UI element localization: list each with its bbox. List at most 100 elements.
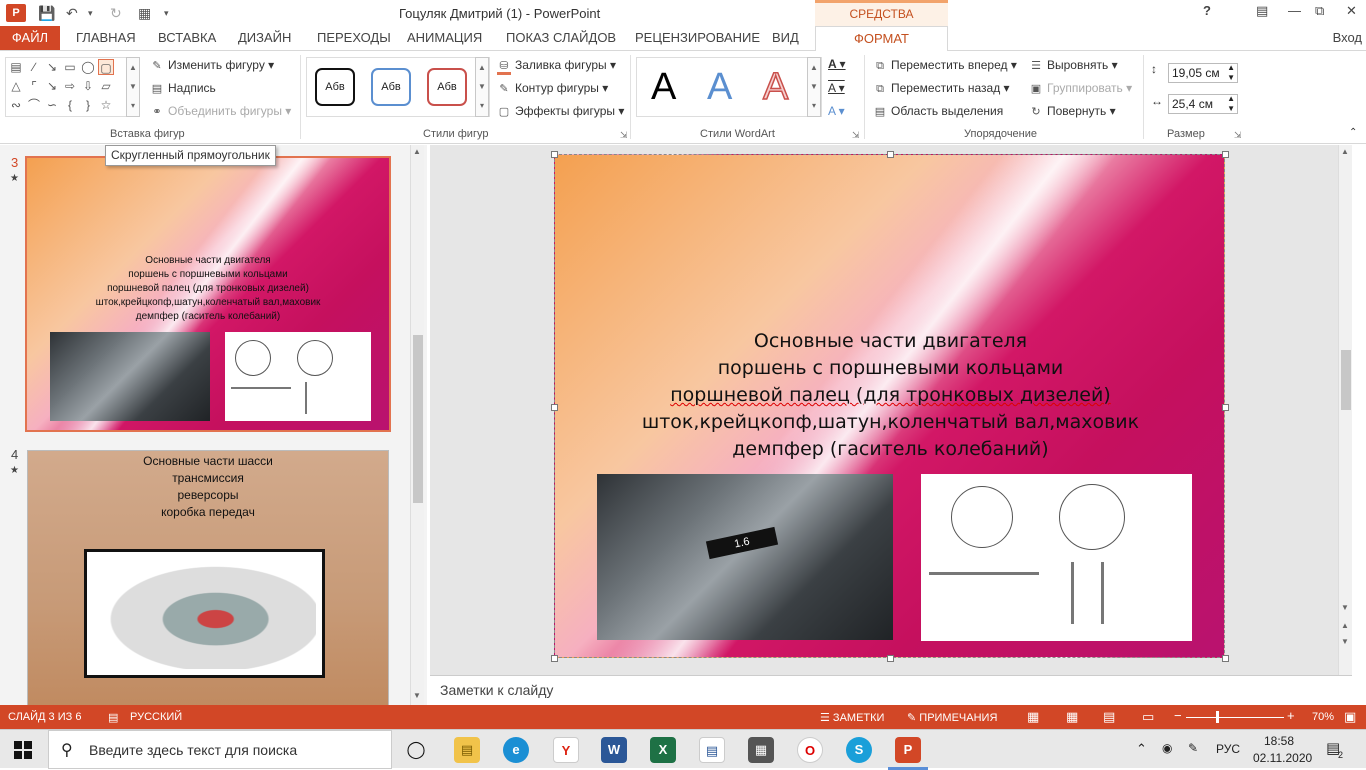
windows-start-icon[interactable] [14, 741, 32, 759]
tab-home[interactable]: ГЛАВНАЯ [76, 26, 136, 50]
calculator-icon[interactable]: ▦ [748, 737, 774, 763]
freeform-shape-icon[interactable]: ∾ [8, 97, 24, 113]
network-icon[interactable]: ◉ [1162, 741, 1172, 755]
task-view-icon[interactable]: ◯ [403, 737, 429, 763]
rounded-rectangle-shape-icon[interactable]: ▢ [98, 59, 114, 75]
scroll-up-icon[interactable]: ▲ [413, 147, 421, 156]
shape-style-black[interactable]: Абв [315, 68, 355, 106]
curved-connector-icon[interactable]: ↘ [44, 78, 60, 94]
normal-view-icon[interactable]: ▦ [1027, 709, 1039, 725]
tab-review[interactable]: РЕЦЕНЗИРОВАНИЕ [635, 26, 760, 50]
merge-shapes-button[interactable]: ⚭ Объединить фигуры ▾ [150, 104, 291, 118]
scroll-down-icon[interactable]: ▼ [1341, 603, 1349, 612]
wordart-launcher-icon[interactable]: ⇲ [852, 130, 860, 141]
wordart-blue[interactable]: A [707, 64, 732, 110]
elbow-connector-icon[interactable]: ⌜ [26, 78, 42, 94]
notes-pane[interactable]: Заметки к слайду [430, 675, 1352, 705]
text-outline-icon[interactable]: A ▾ [828, 81, 845, 95]
save-icon[interactable]: 💾 [38, 3, 55, 23]
fit-slide-icon[interactable]: ▣ [1344, 709, 1356, 725]
triangle-shape-icon[interactable]: △ [8, 78, 24, 94]
text-box-button[interactable]: ▤ Надпись [150, 81, 216, 95]
shape-outline-button[interactable]: ✎ Контур фигуры ▾ [497, 81, 608, 95]
pen-workspace-icon[interactable]: ✎ [1188, 741, 1198, 755]
slide-body-text[interactable]: Основные части двигателя поршень с поршн… [555, 328, 1226, 463]
bring-forward-button[interactable]: ⧉ Переместить вперед ▾ [873, 58, 1017, 73]
ribbon-display-options-icon[interactable]: ▤ [1256, 3, 1268, 19]
shape-height-input[interactable]: 19,05 см ▲ ▼ [1168, 63, 1238, 83]
shape-style-red[interactable]: Абв [427, 68, 467, 106]
zoom-level[interactable]: 70% [1312, 711, 1334, 723]
text-fill-icon[interactable]: A ▾ [828, 57, 846, 71]
left-brace-shape-icon[interactable]: { [62, 97, 78, 113]
edge-browser-icon[interactable]: e [503, 737, 529, 763]
resize-handle[interactable] [551, 404, 558, 411]
right-brace-shape-icon[interactable]: } [80, 97, 96, 113]
yandex-browser-icon[interactable]: Y [553, 737, 579, 763]
shape-styles-gallery[interactable]: Абв Абв Абв ▲ ▼ ▾ [306, 57, 490, 117]
notes-toggle-button[interactable]: ☰ ЗАМЕТКИ [820, 711, 884, 724]
textbox-shape-icon[interactable]: ▤ [8, 59, 24, 75]
down-arrow-shape-icon[interactable]: ⇩ [80, 78, 96, 94]
engine-drawing[interactable] [921, 474, 1192, 641]
rotate-button[interactable]: ↻ Повернуть ▾ [1029, 104, 1115, 118]
shape-style-blue[interactable]: Абв [371, 68, 411, 106]
redo-icon[interactable]: ↻ [110, 3, 122, 23]
star-shape-icon[interactable]: ☆ [98, 97, 114, 113]
current-slide[interactable]: Основные части двигателя поршень с поршн… [551, 151, 1229, 662]
tab-insert[interactable]: ВСТАВКА [158, 26, 216, 50]
zoom-slider-track[interactable] [1186, 717, 1284, 718]
rectangle-shape-icon[interactable]: ▭ [62, 59, 78, 75]
oval-shape-icon[interactable]: ◯ [80, 59, 96, 75]
send-backward-button[interactable]: ⧉ Переместить назад ▾ [873, 81, 1010, 96]
document-viewer-icon[interactable]: ▤ [699, 737, 725, 763]
shape-styles-launcher-icon[interactable]: ⇲ [620, 130, 628, 141]
help-button[interactable]: ? [1203, 3, 1211, 18]
slideshow-view-icon[interactable]: ▭ [1142, 709, 1154, 725]
excel-icon[interactable]: X [650, 737, 676, 763]
reading-view-icon[interactable]: ▤ [1103, 709, 1115, 725]
opera-browser-icon[interactable]: O [797, 737, 823, 763]
scroll-up-icon[interactable]: ▲ [1341, 147, 1349, 156]
tray-expand-icon[interactable]: ⌃ [1136, 741, 1147, 757]
minimize-icon[interactable]: — [1288, 3, 1301, 18]
group-button[interactable]: ▣ Группировать ▾ [1029, 81, 1132, 95]
tab-format[interactable]: ФОРМАТ [815, 26, 948, 51]
undo-dropdown-icon[interactable]: ▾ [88, 3, 93, 23]
next-slide-icon[interactable]: ▼ [1341, 637, 1349, 646]
slide-thumbnail-3[interactable]: Основные части двигателя поршень с поршн… [25, 156, 391, 432]
resize-handle[interactable] [1222, 151, 1229, 158]
right-arrow-shape-icon[interactable]: ⇨ [62, 78, 78, 94]
word-icon[interactable]: W [601, 737, 627, 763]
clock-time[interactable]: 18:58 [1264, 734, 1294, 748]
clock-date[interactable]: 02.11.2020 [1253, 751, 1312, 765]
line-shape-icon[interactable]: ∕ [26, 59, 42, 75]
shape-fill-button[interactable]: ⛁ Заливка фигуры ▾ [497, 58, 616, 75]
spellcheck-icon[interactable]: ▤ [108, 711, 118, 724]
restore-icon[interactable]: ⧉ [1315, 3, 1324, 19]
text-effects-icon[interactable]: A ▾ [828, 104, 845, 118]
zoom-out-icon[interactable]: − [1174, 708, 1182, 723]
editor-scroll-thumb[interactable] [1341, 350, 1351, 410]
flowchart-shape-icon[interactable]: ▱ [98, 78, 114, 94]
slide-sorter-icon[interactable]: ▦ [1066, 709, 1078, 725]
language-indicator[interactable]: РУССКИЙ [130, 711, 182, 723]
tab-file[interactable]: ФАЙЛ [0, 26, 60, 50]
height-spinner[interactable]: ▲ ▼ [1227, 63, 1235, 83]
resize-handle[interactable] [551, 151, 558, 158]
wordart-gallery[interactable]: A A A ▲ ▼ ▾ [636, 57, 822, 117]
arc-shape-icon[interactable]: ⌒ [26, 97, 42, 113]
width-spinner[interactable]: ▲ ▼ [1227, 94, 1235, 114]
resize-handle[interactable] [1222, 655, 1229, 662]
tab-slideshow[interactable]: ПОКАЗ СЛАЙДОВ [506, 26, 616, 50]
comments-toggle-button[interactable]: ✎ ПРИМЕЧАНИЯ [907, 711, 997, 724]
shapes-gallery-scroll[interactable]: ▲ ▼ ▾ [126, 57, 140, 117]
thumbnails-scrollbar[interactable]: ▲ ▼ [410, 145, 424, 705]
wordart-black[interactable]: A [651, 64, 676, 110]
customize-toolbar-icon[interactable]: ▾ [164, 3, 169, 23]
zoom-in-icon[interactable]: + [1287, 708, 1295, 723]
previous-slide-icon[interactable]: ▲ [1341, 621, 1349, 630]
edit-shape-button[interactable]: ✎ Изменить фигуру ▾ [150, 58, 274, 72]
resize-handle[interactable] [551, 655, 558, 662]
slide-thumbnail-4[interactable]: Основные части шасси трансмиссия реверсо… [27, 450, 389, 710]
